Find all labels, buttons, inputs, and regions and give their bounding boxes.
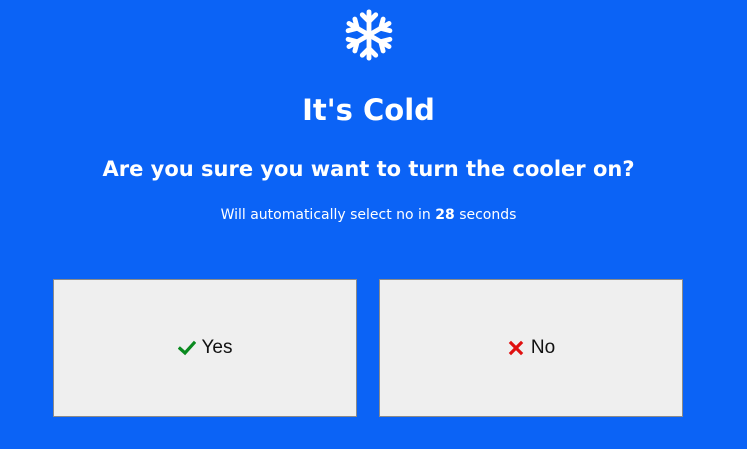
- x-icon: [507, 339, 525, 357]
- yes-button-label: Yes: [201, 337, 233, 358]
- snowflake-icon: [345, 9, 393, 61]
- countdown-suffix: seconds: [454, 207, 517, 223]
- countdown-text: Will automatically select no in 28 secon…: [0, 205, 737, 225]
- countdown-seconds: 28: [435, 207, 455, 223]
- dialog-title: It's Cold: [302, 93, 435, 127]
- dialog-question: Are you sure you want to turn the cooler…: [102, 157, 635, 181]
- yes-button[interactable]: Yes: [53, 279, 357, 417]
- no-button-label: No: [530, 337, 556, 358]
- no-button[interactable]: No: [379, 279, 683, 417]
- check-icon: [177, 339, 196, 357]
- countdown-prefix: Will automatically select no in: [220, 207, 436, 223]
